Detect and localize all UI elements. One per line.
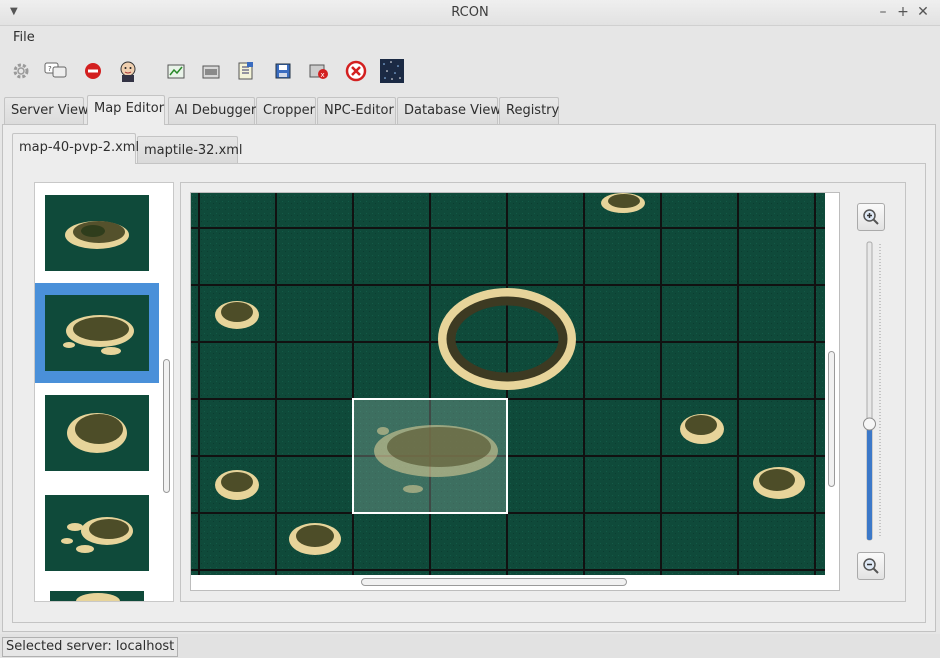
menu-file[interactable]: File [13, 30, 35, 45]
tab-registry[interactable]: Registry [499, 97, 559, 124]
stop-icon[interactable] [80, 58, 106, 84]
menu-bar: File [0, 26, 940, 50]
list-item[interactable] [35, 283, 159, 383]
tab-npc-editor[interactable]: NPC-Editor [317, 97, 396, 124]
list-item[interactable] [35, 183, 159, 283]
open-folder-icon[interactable] [198, 58, 224, 84]
status-text: Selected server: localhost [2, 637, 179, 657]
selected-tile-overlay [352, 398, 508, 514]
zoom-in-icon [863, 209, 879, 225]
tab-maptile-file[interactable]: maptile-32.xml [137, 136, 243, 163]
list-item[interactable] [35, 383, 159, 483]
zoom-out-button[interactable] [857, 552, 885, 580]
map-horizontal-scrollbar[interactable] [191, 575, 827, 590]
thumbnail-scrollbar[interactable] [161, 185, 171, 599]
chat-bubbles-icon[interactable]: ? [43, 58, 69, 84]
close-circle-icon[interactable] [343, 58, 369, 84]
tile-thumbnail-list[interactable] [34, 182, 174, 602]
tab-ai-debugger[interactable]: AI Debugger [168, 97, 256, 124]
island-tile-image [50, 591, 144, 601]
maximize-icon[interactable]: + [894, 3, 912, 21]
map-vertical-scrollbar[interactable] [825, 193, 839, 577]
document-list-icon[interactable] [233, 58, 259, 84]
svg-text:x: x [321, 71, 325, 79]
list-item[interactable] [35, 583, 159, 601]
list-item[interactable] [35, 483, 159, 583]
map-horizontal-scrollbar-thumb[interactable] [361, 578, 627, 586]
map-canvas[interactable] [191, 193, 827, 576]
zoom-in-button[interactable] [857, 203, 885, 231]
tab-server-view[interactable]: Server View [4, 97, 89, 124]
map-vertical-scrollbar-thumb[interactable] [828, 351, 835, 487]
image-chart-icon[interactable] [163, 58, 189, 84]
status-bar: Selected server: localhost [0, 634, 940, 658]
zoom-slider[interactable] [862, 240, 882, 542]
tab-map-file[interactable]: map-40-pvp-2.xml [12, 133, 139, 164]
thumbnail-scrollbar-thumb[interactable] [163, 359, 170, 493]
close-icon[interactable]: ✕ [914, 3, 932, 21]
minimize-icon[interactable]: – [874, 3, 892, 21]
map-view[interactable] [190, 192, 840, 591]
tab-map-editor[interactable]: Map Editor [87, 95, 165, 125]
island-tile-image [45, 295, 149, 371]
island-tile-image [45, 395, 149, 471]
tab-database-view[interactable]: Database View [397, 97, 501, 124]
title-bar: ▼ RCON – + ✕ [0, 0, 940, 26]
zoom-out-icon [863, 558, 879, 574]
window-title: RCON [451, 5, 489, 20]
svg-text:?: ? [48, 65, 52, 73]
gear-icon[interactable] [8, 58, 34, 84]
toolbar: ? x [0, 52, 940, 90]
jenkins-icon[interactable] [115, 58, 141, 84]
tab-cropper[interactable]: Cropper [256, 97, 316, 124]
save-icon[interactable] [270, 58, 296, 84]
island-tile-image [45, 495, 149, 571]
map-grid [191, 193, 827, 576]
starfield-icon[interactable] [379, 58, 405, 84]
server-error-icon[interactable]: x [306, 58, 332, 84]
island-tile-image [45, 195, 149, 271]
